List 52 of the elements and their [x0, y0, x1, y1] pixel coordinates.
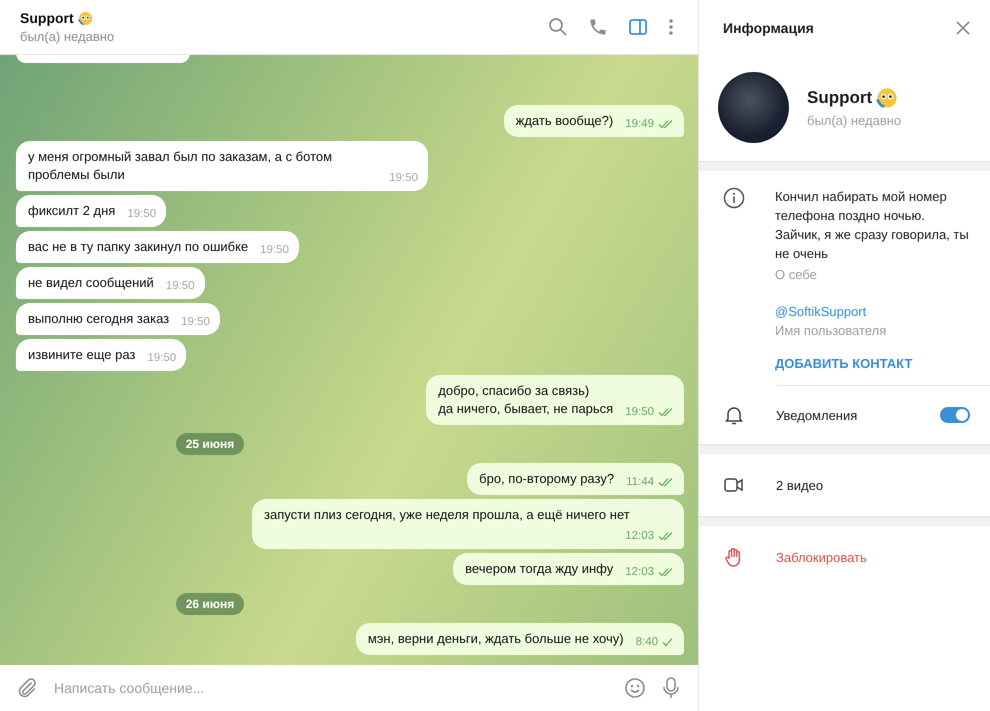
phone-icon[interactable] [588, 17, 608, 37]
message-time: 19:50 [127, 207, 156, 222]
date-badge: 26 июня [176, 593, 244, 615]
more-icon[interactable] [668, 17, 674, 37]
block-item[interactable]: Заблокировать [776, 550, 867, 564]
message-text: фиксилт 2 дня [28, 202, 116, 220]
date-badge: 25 июня [176, 433, 244, 455]
emoji-icon [78, 10, 93, 26]
message-text: вечером тогда жду инфу [465, 560, 614, 578]
message-text: добро, спасибо за связь) да ничего, бывает, не парься [438, 382, 614, 418]
message-time: 19:49 [625, 117, 654, 132]
message-time: 19:50 [181, 315, 210, 330]
add-contact-button[interactable]: ДОБАВИТЬ КОНТАКТ [775, 352, 912, 375]
close-icon[interactable] [956, 20, 970, 34]
message-text: у меня огромный завал был по заказам, а с ботом проблемы были [28, 148, 334, 184]
chat-status: был(а) недавно [20, 29, 114, 44]
notifications-label: Уведомления [776, 408, 858, 422]
media-item[interactable]: 2 видео [776, 478, 966, 492]
profile-name: Support [807, 88, 872, 108]
message-text: вас не в ту папку закинул по ошибке [28, 238, 248, 256]
username-label: Имя пользователя [775, 323, 888, 338]
message-time: 12:03 [625, 529, 654, 544]
profile-status: был(а) недавно [807, 113, 902, 128]
message-text: не видел сообщений [28, 274, 154, 292]
message-time: 11:44 [626, 475, 654, 490]
message-time: 19:50 [147, 351, 176, 366]
message-text: бро, по-второму разу? [479, 470, 614, 488]
bio-text: Кончил набирать мой номер телефона поздно ночью. Зайчик, я же сразу говорила, ты не очень [775, 188, 970, 263]
bio-label: О себе [775, 267, 818, 282]
microphone-icon[interactable] [660, 676, 682, 700]
emoji-icon[interactable] [624, 677, 646, 699]
message-input[interactable]: Написать сообщение... [52, 679, 610, 697]
message-text: мэн, верни деньги, ждать больше не хочу) [368, 630, 624, 648]
message-time: 12:03 [625, 565, 654, 580]
message-text: извините еще раз [28, 346, 136, 364]
message-time: 19:50 [389, 171, 418, 186]
chat-title: Support [20, 10, 74, 26]
message-text: выполню сегодня заказ [28, 310, 170, 328]
side-panel-icon[interactable] [628, 17, 648, 37]
info-icon [723, 187, 745, 209]
panel-title: Информация [723, 20, 814, 36]
message-time: 19:50 [166, 279, 195, 294]
attach-icon[interactable] [16, 677, 38, 699]
notifications-toggle[interactable] [940, 407, 970, 423]
message-time: 19:50 [625, 405, 654, 420]
emoji-icon [876, 87, 898, 109]
message-time: 19:50 [260, 243, 289, 258]
message-text: ждать вообще?) [516, 112, 614, 130]
username-link[interactable]: @SoftikSupport [775, 304, 974, 319]
search-icon[interactable] [548, 17, 568, 37]
message-time: 8:40 [636, 635, 658, 650]
message-text: запусти плиз сегодня, уже неделя прошла, а ещё ничего нет [264, 506, 630, 524]
